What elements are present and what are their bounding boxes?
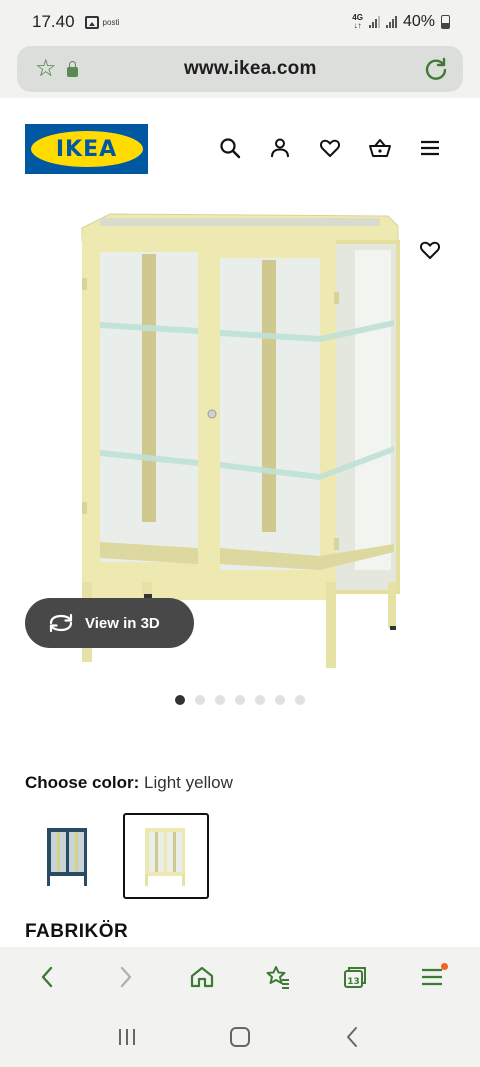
dark-blue-cabinet-thumbnail [47,828,87,886]
browser-menu-button[interactable] [412,957,452,997]
network-type: 4G ↓↑ [352,13,363,30]
back-button[interactable] [28,957,68,997]
notification-indicator: posti [84,15,120,29]
back-chevron-icon [347,1027,358,1047]
forward-button[interactable] [105,957,145,997]
battery-percent: 40% [402,13,435,30]
status-indicators: 4G ↓↑ 40% [352,13,450,31]
logo-text: IKEA [55,136,118,162]
menu-notification-dot [440,963,448,970]
signal-icon-2 [385,16,397,28]
view-in-3d-button[interactable]: View in 3D [25,598,194,648]
tab-count: 13 [347,977,360,987]
recent-apps-icon [118,1029,135,1045]
color-chooser-label: Choose color: Light yellow [25,773,233,793]
choose-color-label: Choose color: [25,773,140,792]
color-swatch-dark-blue[interactable] [25,813,111,899]
light-yellow-cabinet-thumbnail [145,828,185,886]
reload-icon[interactable] [423,56,449,82]
product-image-gallery[interactable]: View in 3D [0,196,480,684]
home-button[interactable] [182,957,222,997]
notification-label: posti [102,17,120,27]
recent-apps-button[interactable] [107,1017,147,1057]
address-bar[interactable]: ☆ www.ikea.com [17,46,463,92]
carousel-dot[interactable] [295,695,305,705]
status-bar: 17.40 posti 4G ↓↑ 40% [0,0,480,44]
view-in-3d-label: View in 3D [85,614,160,632]
basket-icon[interactable] [368,136,392,160]
status-time: 17.40 [32,12,75,31]
home-icon [190,966,213,988]
carousel-dot[interactable] [175,695,185,705]
image-carousel-dots [175,695,305,705]
star-icon[interactable]: ☆ [35,57,57,81]
carousel-dot[interactable] [255,695,265,705]
browser-toolbar: ☆ www.ikea.com [0,44,480,98]
site-header: IKEA [0,122,480,176]
system-navigation-bar [0,1007,480,1067]
bookmarks-button[interactable] [258,957,298,997]
url-text[interactable]: www.ikea.com [78,58,423,80]
user-icon[interactable] [268,136,292,160]
ikea-logo[interactable]: IKEA [25,124,148,174]
system-home-button[interactable] [220,1017,260,1057]
add-to-favourites-icon[interactable] [418,238,442,262]
carousel-dot[interactable] [195,695,205,705]
battery-icon [441,15,450,29]
color-swatch-light-yellow[interactable] [123,813,209,899]
signal-icon [368,16,380,28]
tabs-button[interactable]: 13 [335,957,375,997]
forward-icon [120,966,132,988]
search-icon[interactable] [218,136,242,160]
carousel-dot[interactable] [215,695,225,705]
system-back-button[interactable] [333,1017,373,1057]
menu-icon[interactable] [418,136,442,160]
bookmarks-icon [266,966,290,989]
gallery-icon [84,15,99,29]
color-swatches [25,813,209,899]
selected-color-value: Light yellow [144,773,233,792]
carousel-dot[interactable] [235,695,245,705]
product-name: FABRIKÖR [25,921,129,942]
browser-bottom-bar: 13 [0,947,480,1007]
lock-icon[interactable] [66,60,78,77]
carousel-dot[interactable] [275,695,285,705]
tabs-icon: 13 [343,967,366,988]
back-icon [42,966,53,988]
heart-icon[interactable] [318,136,342,160]
home-square-icon [229,1027,250,1047]
rotate-3d-icon [49,613,73,633]
